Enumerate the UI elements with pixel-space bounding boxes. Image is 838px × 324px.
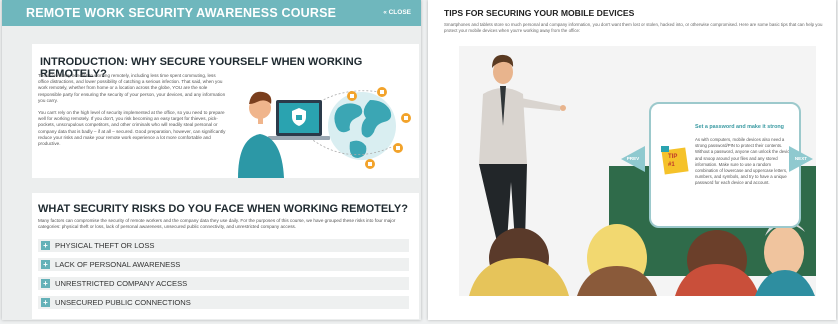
intro-paragraph-1: There are many benefits to working remot… [38,73,226,103]
remote-security-illustration [238,87,411,178]
accordion-label: UNRESTRICTED COMPANY ACCESS [55,279,188,288]
accordion-company-access[interactable]: + UNRESTRICTED COMPANY ACCESS [38,277,409,290]
tip-badge-word: TIP [668,154,678,160]
tip-title: Set a password and make it strong [695,124,784,130]
course-panel: REMOTE WORK SECURITY AWARENESS COURSE « … [2,0,421,320]
close-button[interactable]: « CLOSE [383,9,411,16]
accordion-public-connections[interactable]: + UNSECURED PUBLIC CONNECTIONS [38,296,409,309]
tip-card: TIP #1 Set a password and make it strong… [649,102,801,228]
risks-paragraph: Many factors can compromise the security… [38,218,396,230]
classroom-scene: TIP #1 Set a password and make it strong… [459,46,816,296]
accordion-physical-theft[interactable]: + PHYSICAL THEFT OR LOSS [38,239,409,252]
plus-icon: + [41,298,50,307]
course-header: REMOTE WORK SECURITY AWARENESS COURSE « … [2,0,421,26]
mobile-paragraph: Smartphones and tablets store so much pe… [444,22,823,33]
mobile-heading: TIPS FOR SECURING YOUR MOBILE DEVICES [444,8,635,18]
tip-badge-icon [661,146,689,175]
next-button[interactable]: NEXT [789,146,813,172]
plus-icon: + [41,260,50,269]
tip-text: As with computers, mobile devices also n… [695,137,792,186]
risks-heading: WHAT SECURITY RISKS DO YOU FACE WHEN WOR… [38,203,408,215]
accordion-label: UNSECURED PUBLIC CONNECTIONS [55,298,191,307]
prev-label: PREV [626,156,640,161]
plus-icon: + [41,279,50,288]
accordion-label: PHYSICAL THEFT OR LOSS [55,241,155,250]
mobile-tips-panel: TIPS FOR SECURING YOUR MOBILE DEVICES Sm… [428,0,836,320]
intro-paragraph-2: You can't rely on the high level of secu… [38,110,226,147]
course-title: REMOTE WORK SECURITY AWARENESS COURSE [26,6,337,20]
prev-button[interactable]: PREV [621,146,645,172]
risks-card: WHAT SECURITY RISKS DO YOU FACE WHEN WOR… [32,193,419,319]
next-label: NEXT [794,156,808,161]
tip-badge-number: #1 [668,162,675,168]
intro-card: INTRODUCTION: WHY SECURE YOURSELF WHEN W… [32,44,419,178]
accordion-personal-awareness[interactable]: + LACK OF PERSONAL AWARENESS [38,258,409,271]
plus-icon: + [41,241,50,250]
accordion-label: LACK OF PERSONAL AWARENESS [55,260,181,269]
